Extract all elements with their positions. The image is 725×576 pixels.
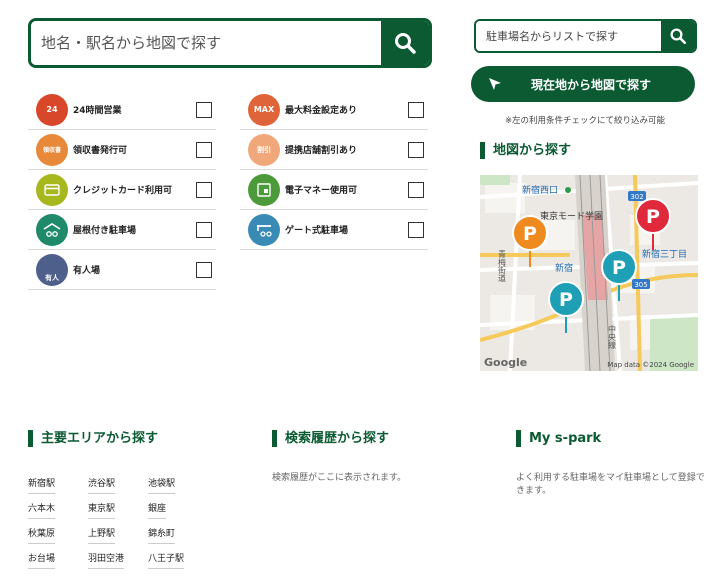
current-location-map-button[interactable]: 現在地から地図で探す	[471, 66, 695, 102]
filter-label: 24時間営業	[73, 106, 122, 116]
covered-parking-icon	[36, 213, 68, 246]
main-search-button[interactable]	[381, 21, 429, 65]
area-link[interactable]: 東京駅	[88, 501, 116, 519]
filter-label: ゲート式駐車場	[285, 226, 349, 236]
map-graphic: 302 305 新宿西口 東京モード学園 新宿 新宿三丁目 青梅街道 中央線 P…	[480, 175, 698, 371]
parking-marker-letter: P	[612, 257, 626, 279]
gate-parking-icon	[248, 213, 280, 246]
filter-receipt[interactable]: 領収書 領収書発行可	[28, 130, 216, 170]
e-money-icon	[248, 173, 280, 206]
map-label-shinjuku-sanchome: 新宿三丁目	[642, 248, 687, 260]
attendant-icon: 有人	[36, 253, 68, 286]
search-icon	[670, 28, 687, 45]
map-credit: Map data ©2024 Google	[607, 361, 694, 369]
area-link[interactable]: 渋谷駅	[88, 476, 116, 494]
map-section-heading: 地図から探す	[480, 142, 571, 159]
filter-checkbox[interactable]	[408, 101, 424, 118]
filter-checkbox[interactable]	[408, 221, 424, 238]
main-search-input[interactable]	[31, 21, 381, 65]
area-link[interactable]: 上野駅	[88, 526, 116, 544]
max-price-icon: MAX	[248, 93, 280, 126]
history-empty-text: 検索履歴がここに表示されます。	[272, 473, 407, 483]
parking-marker-letter: P	[646, 206, 660, 228]
area-link[interactable]: お台場	[28, 551, 56, 569]
filter-label: 有人場	[73, 266, 101, 276]
filter-checkbox[interactable]	[196, 141, 212, 158]
filter-max-price[interactable]: MAX 最大料金設定あり	[240, 90, 428, 130]
area-link[interactable]: 羽田空港	[88, 551, 125, 569]
route-302-label: 302	[630, 193, 643, 201]
filter-checkbox[interactable]	[196, 181, 212, 198]
current-location-label: 現在地から地図で探す	[530, 77, 651, 92]
map-label-ome-kaido: 青梅街道	[498, 249, 507, 283]
clock-24-icon: 24	[36, 93, 68, 126]
filter-gate[interactable]: ゲート式駐車場	[240, 210, 428, 250]
area-link[interactable]: 錦糸町	[148, 526, 176, 544]
parking-marker-letter: P	[559, 289, 573, 311]
my-spark-heading: My s-park	[516, 430, 601, 447]
parking-name-search-box	[474, 19, 697, 53]
filter-label: 領収書発行可	[73, 146, 128, 156]
route-305-label: 305	[634, 281, 647, 289]
map-preview[interactable]: 302 305 新宿西口 東京モード学園 新宿 新宿三丁目 青梅街道 中央線 P…	[480, 175, 698, 371]
store-discount-icon: 割引	[248, 133, 280, 166]
parking-marker-letter: P	[523, 223, 537, 245]
filter-covered[interactable]: 屋根付き駐車場	[28, 210, 216, 250]
map-label-shinjuku: 新宿	[555, 262, 573, 274]
filter-store-discount[interactable]: 割引 提携店舗割引あり	[240, 130, 428, 170]
filter-checkbox[interactable]	[196, 261, 212, 278]
area-link[interactable]: 銀座	[148, 501, 167, 519]
filter-label: 屋根付き駐車場	[73, 226, 137, 236]
filter-label: クレジットカード利用可	[73, 186, 173, 196]
area-link[interactable]: 八王子駅	[148, 551, 185, 569]
receipt-icon: 領収書	[36, 133, 68, 166]
map-label-shinjuku-nishiguchi: 新宿西口	[522, 184, 558, 196]
map-label-chuo-line: 中央線	[608, 324, 617, 349]
area-link[interactable]: 新宿駅	[28, 476, 56, 494]
filter-checkbox[interactable]	[196, 221, 212, 238]
area-section-heading: 主要エリアから探す	[28, 430, 158, 447]
parking-name-search-button[interactable]	[661, 21, 695, 51]
filter-credit-card[interactable]: クレジットカード利用可	[28, 170, 216, 210]
my-spark-description: よく利用する駐車場をマイ駐車場として登録できます。	[516, 473, 705, 496]
filter-label: 提携店舗割引あり	[285, 146, 358, 156]
parking-name-search-input[interactable]	[476, 21, 661, 51]
filter-checkbox[interactable]	[408, 181, 424, 198]
main-search-box	[28, 18, 432, 68]
filter-checkbox[interactable]	[196, 101, 212, 118]
area-link[interactable]: 秋葉原	[28, 526, 56, 544]
cursor-arrow-icon	[487, 74, 507, 94]
credit-card-icon	[36, 173, 68, 206]
filter-24h[interactable]: 24 24時間営業	[28, 90, 216, 130]
google-logo: Google	[484, 356, 527, 369]
history-section-heading: 検索履歴から探す	[272, 430, 389, 447]
filter-label: 最大料金設定あり	[285, 106, 358, 116]
filter-e-money[interactable]: 電子マネー使用可	[240, 170, 428, 210]
area-link[interactable]: 池袋駅	[148, 476, 176, 494]
area-link[interactable]: 六本木	[28, 501, 56, 519]
filter-label: 電子マネー使用可	[285, 186, 358, 196]
filter-note: ※左の利用条件チェックにて絞り込み可能	[504, 116, 666, 126]
filter-attendant[interactable]: 有人 有人場	[28, 250, 216, 290]
filter-checkbox[interactable]	[408, 141, 424, 158]
map-label-tokyo-mode-gakuen: 東京モード学園	[540, 210, 603, 222]
search-icon	[395, 33, 416, 54]
